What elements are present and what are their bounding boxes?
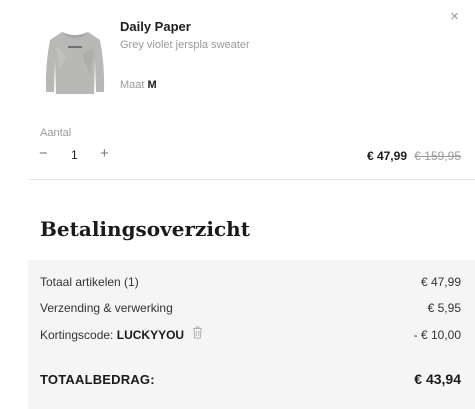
product-brand: Daily Paper — [120, 19, 191, 34]
product-image — [45, 32, 105, 94]
discount-code-value: LUCKYYOU — [116, 328, 185, 342]
summary-title: Betalingsoverzicht — [40, 217, 250, 241]
summary-row-value: € 47,99 — [420, 275, 461, 289]
discount-value: - € 10,00 — [413, 328, 461, 342]
close-icon[interactable]: × — [450, 9, 459, 24]
discount-label: Kortingscode: — [40, 328, 114, 342]
summary-row-label: Verzending & verwerking — [40, 301, 173, 315]
quantity-value: 1 — [71, 148, 78, 162]
price-current: € 47,99 — [366, 149, 407, 163]
product-description: Grey violet jerspla sweater — [120, 39, 250, 51]
summary-row-value: € 5,95 — [427, 301, 461, 315]
quantity-decrease-button[interactable]: − — [39, 145, 48, 162]
price-original: € 159,95 — [414, 149, 461, 163]
total-label: TOTAALBEDRAG: — [40, 372, 155, 387]
quantity-increase-button[interactable]: + — [100, 145, 109, 162]
trash-icon[interactable] — [192, 326, 203, 339]
discount-code: Kortingscode: LUCKYYOU — [40, 328, 184, 342]
size-value: M — [147, 79, 157, 91]
summary-row-label: Totaal artikelen (1) — [40, 275, 139, 289]
product-size: Maat M — [120, 79, 157, 91]
divider — [28, 179, 475, 180]
quantity-label: Aantal — [40, 127, 72, 139]
total-value: € 43,94 — [414, 371, 461, 387]
size-label: Maat — [120, 79, 145, 91]
